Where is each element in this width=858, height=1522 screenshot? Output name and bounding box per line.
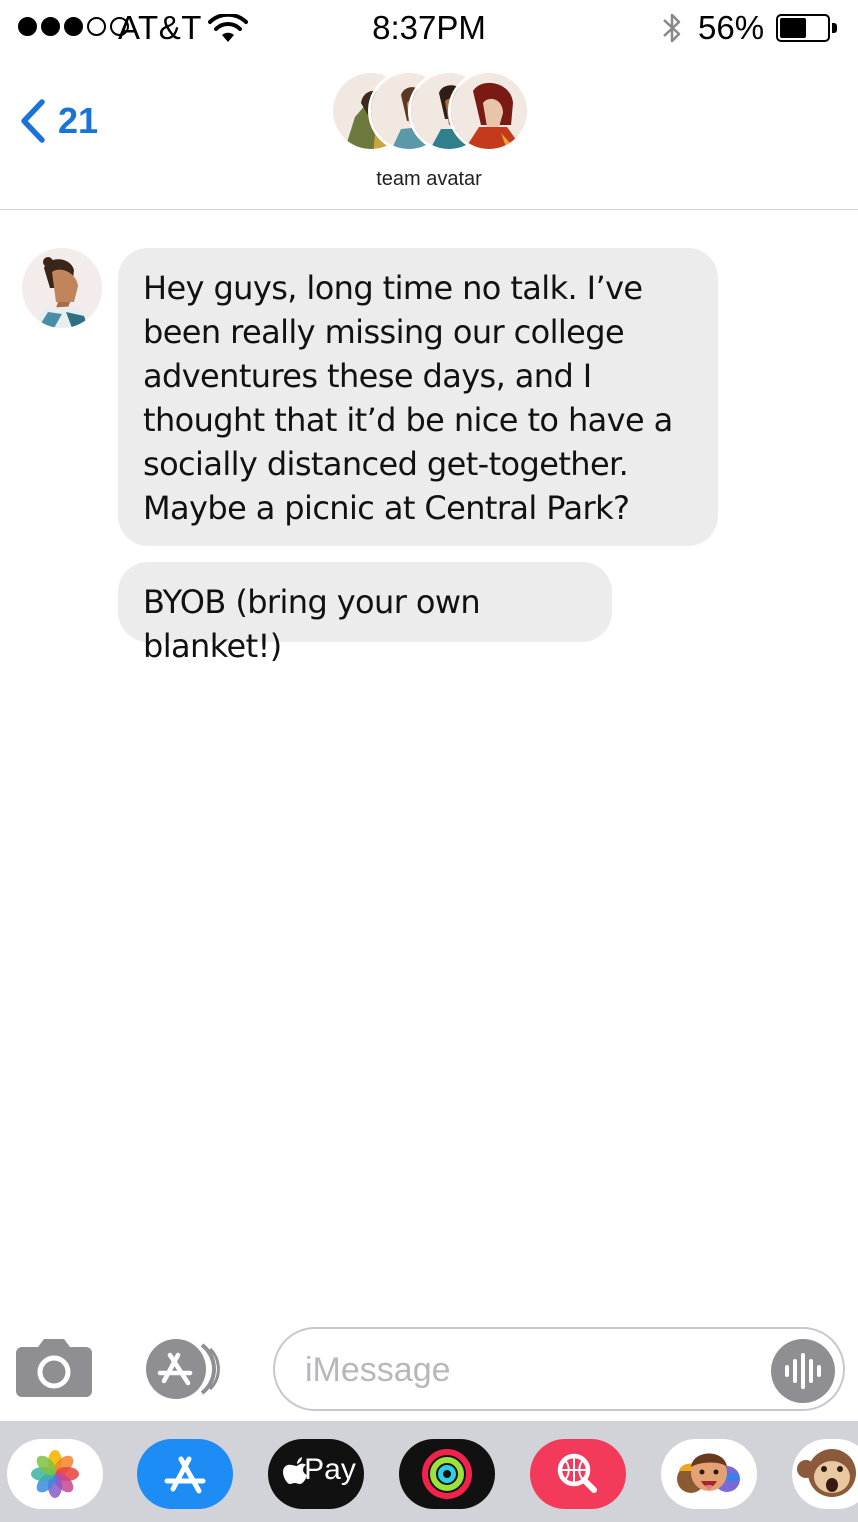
photos-icon (31, 1450, 79, 1498)
battery-percent: 56% (698, 9, 765, 46)
chevron-left-icon (21, 99, 45, 143)
animoji-icon (797, 1449, 856, 1497)
message-thread[interactable]: Hey guys, long time no talk. I’ve been r… (0, 211, 858, 1321)
status-bar: AT&T 8:37PM 56% (0, 0, 858, 58)
photos-app-button[interactable] (7, 1439, 103, 1509)
audio-message-button[interactable] (771, 1339, 835, 1403)
message-bubble[interactable]: Hey guys, long time no talk. I’ve been r… (118, 248, 718, 546)
message-input[interactable] (305, 1343, 765, 1397)
image-search-icon (557, 1453, 597, 1493)
imessage-app-drawer: Pay (0, 1421, 858, 1522)
message-bubble[interactable]: BYOB (bring your own blanket!) (118, 562, 612, 665)
back-button[interactable]: 21 (18, 98, 98, 144)
sender-avatar[interactable] (22, 248, 102, 328)
unread-count: 21 (58, 100, 99, 141)
app-store-app-button[interactable] (137, 1439, 233, 1509)
battery-icon (776, 14, 830, 42)
apple-pay-app-button[interactable]: Pay (268, 1439, 364, 1509)
app-store-icon[interactable] (144, 1337, 232, 1401)
message-input-field[interactable] (273, 1327, 845, 1411)
activity-app-button[interactable] (399, 1439, 495, 1509)
group-name[interactable]: team avatar (0, 168, 858, 191)
image-search-app-button[interactable] (530, 1439, 626, 1509)
composer-bar (0, 1321, 858, 1421)
activity-icon (422, 1449, 472, 1499)
conversation-header: 21 team avatar (0, 58, 858, 210)
app-store-icon (164, 1456, 206, 1494)
group-avatars[interactable] (330, 70, 530, 154)
battery-cap (832, 23, 837, 33)
memoji-icon (677, 1453, 740, 1493)
waveform-icon (785, 1353, 821, 1389)
avatar (448, 70, 530, 152)
camera-icon[interactable] (16, 1339, 92, 1397)
bluetooth-icon (663, 13, 681, 43)
apple-pay-label: Pay (304, 1453, 356, 1486)
animoji-app-button[interactable] (792, 1439, 858, 1509)
memoji-app-button[interactable] (661, 1439, 757, 1509)
